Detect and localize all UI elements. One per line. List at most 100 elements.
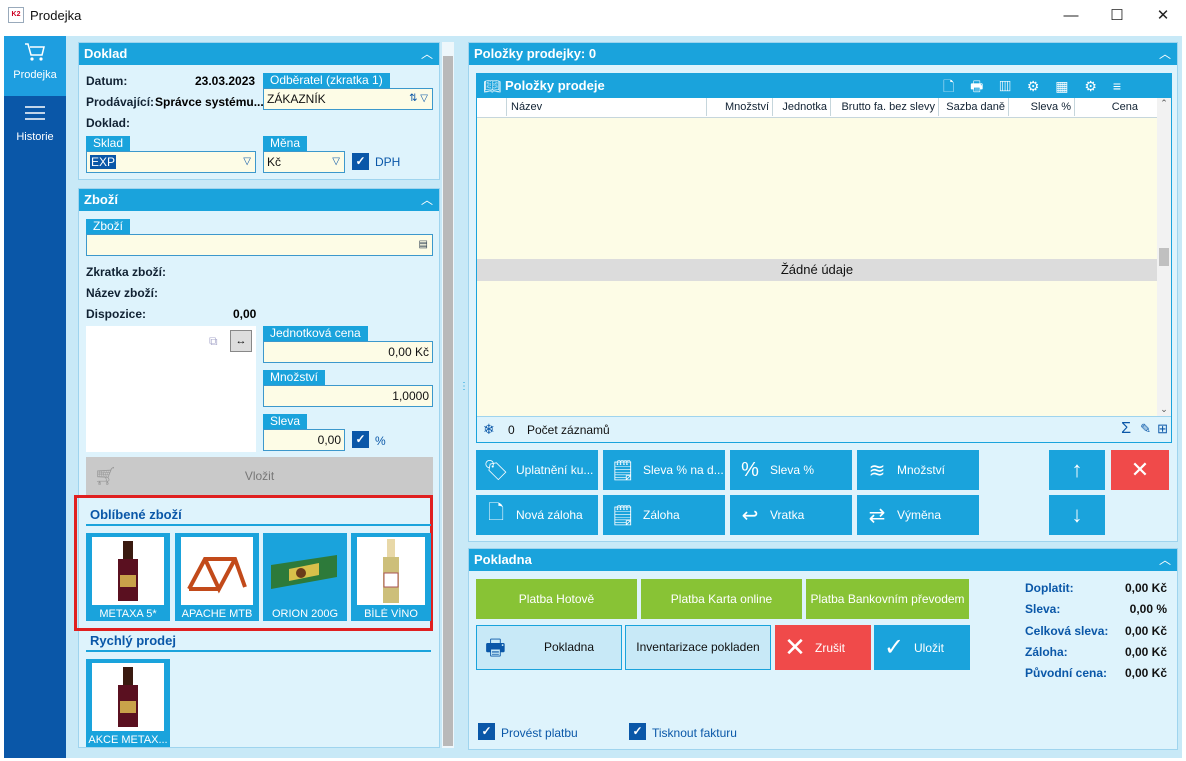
ulozit-button[interactable]: ✓ Uložit [874, 625, 970, 670]
nova-zaloha-button[interactable]: 🗋︎ Nová záloha [476, 495, 598, 535]
scrollbar-thumb[interactable] [443, 56, 453, 746]
ulozit-label: Uložit [914, 640, 945, 655]
provest-platbu-checkbox[interactable]: ✓ [478, 723, 495, 740]
calendar-icon[interactable]: ▤ [419, 235, 428, 255]
platba-bank-button[interactable]: Platba Bankovním převodem [806, 579, 969, 619]
column-header-sleva[interactable]: Sleva % [1009, 98, 1075, 116]
splitter-handle[interactable]: ⋮ [459, 382, 469, 404]
chevron-up-icon[interactable]: ︿ [421, 43, 433, 65]
favorite-item[interactable]: BÍLÉ VÍNO [351, 533, 431, 621]
zbozi-header[interactable]: Zboží ︿ [79, 189, 439, 211]
snowflake-icon[interactable]: ❄︎ [483, 421, 495, 438]
favorite-item[interactable]: ORION 200G [263, 533, 347, 621]
sleva-na-doklad-label: Sleva % na d... [643, 463, 724, 477]
odberatel-value: ZÁKAZNÍK [267, 92, 326, 106]
add-record-icon[interactable]: ⊞ [1157, 421, 1168, 437]
chevron-up-icon[interactable]: ︿ [421, 189, 433, 211]
datum-value: 23.03.2023 [195, 74, 256, 88]
title-bar: K2 Prodejka — ☐ ✕ [0, 0, 1186, 32]
rychly-header: Rychlý prodej [90, 633, 176, 648]
sleva-na-doklad-button[interactable]: 🗒︎ Sleva % na d... [603, 450, 725, 490]
vlozit-button[interactable]: 🛒︎ Vložit [86, 457, 433, 495]
inventarizace-button[interactable]: Inventarizace pokladen [625, 625, 771, 670]
quick-sale-item[interactable]: AKCE METAX... [86, 659, 170, 747]
vratka-button[interactable]: ↩ Vratka [730, 495, 852, 535]
empty-message: Žádné údaje [477, 259, 1157, 281]
doklad-title: Doklad [84, 46, 128, 61]
favorite-item-name: METAXA 5* [99, 608, 157, 620]
chevron-down-icon[interactable]: ▽ [243, 152, 251, 172]
document-percent-icon: 🗒︎ [610, 459, 636, 482]
scroll-up-icon[interactable]: ⌃ [1157, 98, 1171, 110]
platba-karta-button[interactable]: Platba Karta online [641, 579, 802, 619]
exchange-arrows-icon: ⇄ [868, 504, 886, 527]
dropdown-icon[interactable]: ⇅ ▽ [409, 89, 428, 109]
column-header-jednotka[interactable]: Jednotka [773, 98, 831, 116]
close-window-button[interactable]: ✕ [1140, 0, 1186, 32]
maximize-button[interactable]: ☐ [1094, 0, 1140, 32]
sleva-pct-label: Sleva % [770, 463, 815, 477]
sleva-field[interactable]: 0,00 [263, 429, 345, 451]
favorite-item[interactable]: APACHE MTB [175, 533, 259, 621]
polozky-header[interactable]: Položky prodejky: 0 ︿ [469, 43, 1177, 65]
dph-label: DPH [375, 155, 401, 169]
tag-percent-icon: % [741, 458, 759, 481]
move-down-button[interactable]: ↓ [1049, 495, 1105, 535]
jednotkova-cena-field[interactable]: 0,00 Kč [263, 341, 433, 363]
zrusit-button[interactable]: ✕ Zrušit [775, 625, 871, 670]
zbozi-input[interactable]: ▤ [86, 234, 433, 256]
odberatel-field[interactable]: ZÁKAZNÍK ⇅ ▽ [263, 88, 433, 110]
column-header-nazev[interactable]: Název [507, 98, 707, 116]
minimize-button[interactable]: — [1048, 0, 1094, 32]
delete-item-button[interactable]: ✕ [1111, 450, 1169, 490]
nova-zaloha-label: Nová záloha [516, 508, 583, 522]
doklad-header[interactable]: Doklad ︿ [79, 43, 439, 65]
doklad-label: Doklad: [86, 116, 131, 130]
move-up-button[interactable]: ↑ [1049, 450, 1105, 490]
mnozstvi-field[interactable]: 1,0000 [263, 385, 433, 407]
column-header-brutto[interactable]: Brutto fa. bez slevy [831, 98, 939, 116]
zaloha-button[interactable]: 🗒︎ Záloha [603, 495, 725, 535]
voucher-icon: 🏷︎ [483, 459, 509, 482]
sklad-field[interactable]: EXP ▽ [86, 151, 256, 173]
nav-item-prodejka[interactable]: Prodejka [4, 36, 66, 96]
edit-icon[interactable]: ✎ [1140, 421, 1151, 437]
resize-icon[interactable]: ↔ [230, 330, 252, 352]
sleva-pct-button[interactable]: % Sleva % [730, 450, 852, 490]
pokladna-header[interactable]: Pokladna ︿ [469, 549, 1177, 571]
nav-item-historie[interactable]: Historie [4, 100, 66, 160]
platba-hotove-button[interactable]: Platba Hotově [476, 579, 637, 619]
column-header-sazba[interactable]: Sazba daně [939, 98, 1009, 116]
grid-tools-icons[interactable]: 🗋︎ 🖶︎ ▥ ⚙︎ ▦ ⚙︎ ≡ [943, 74, 1127, 98]
favorite-item[interactable]: METAXA 5* [86, 533, 170, 621]
chevron-up-icon[interactable]: ︿ [1159, 549, 1171, 571]
metaxa-bottle-icon [92, 537, 164, 605]
chevron-up-icon[interactable]: ︿ [1159, 43, 1171, 65]
chevron-down-icon[interactable]: ▽ [332, 152, 340, 172]
sklad-value: EXP [90, 155, 117, 169]
pokladna-button[interactable]: 🖶︎ Pokladna [476, 625, 622, 670]
tisknout-fakturu-checkbox[interactable]: ✓ [629, 723, 646, 740]
metaxa-bottle-icon [92, 663, 164, 731]
uplatneni-button[interactable]: 🏷︎ Uplatnění ku... [476, 450, 598, 490]
left-scrollbar[interactable] [442, 42, 454, 748]
scroll-down-icon[interactable]: ⌄ [1157, 404, 1171, 416]
dph-checkbox[interactable]: ✓ [352, 153, 369, 170]
mnozstvi-button[interactable]: ≋ Množství [857, 450, 979, 490]
summary-doplatit-label: Doplatit: [1025, 581, 1074, 595]
sigma-icon[interactable]: Σ [1121, 420, 1131, 438]
items-grid: 📖︎ Položky prodeje 🗋︎ 🖶︎ ▥ ⚙︎ ▦ ⚙︎ ≡ Náz… [476, 73, 1172, 443]
column-header-cena[interactable]: Cena [1075, 98, 1141, 116]
grid-scrollbar[interactable]: ⌃ ⌄ [1157, 98, 1171, 416]
sleva-checkbox[interactable]: ✓ [352, 431, 369, 448]
scrollbar-thumb[interactable] [1159, 248, 1169, 266]
external-link-icon[interactable]: ⧉ [209, 334, 218, 349]
mena-field[interactable]: Kč ▽ [263, 151, 345, 173]
column-header-select [477, 98, 507, 116]
column-header-mnozstvi[interactable]: Množství [707, 98, 773, 116]
vratka-label: Vratka [770, 508, 805, 522]
vymena-button[interactable]: ⇄ Výměna [857, 495, 979, 535]
tisknout-fakturu-label: Tisknout fakturu [652, 726, 737, 740]
vlozit-label: Vložit [244, 469, 275, 483]
nazev-label: Název zboží: [86, 286, 159, 300]
